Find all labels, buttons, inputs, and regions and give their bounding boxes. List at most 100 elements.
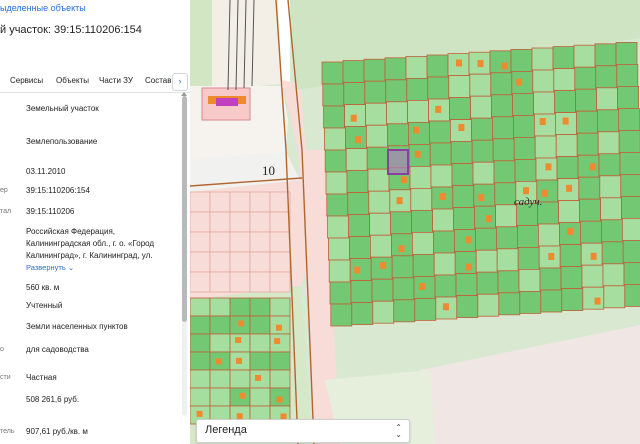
building [238, 320, 245, 327]
parcel [190, 369, 211, 389]
parcel [519, 290, 542, 314]
parcel [597, 131, 620, 155]
parcel [575, 88, 598, 112]
parcel [619, 151, 640, 175]
parcel [578, 176, 601, 200]
parcel [249, 315, 271, 335]
building [196, 410, 203, 417]
parcel [209, 297, 231, 317]
attribute-label: о [0, 346, 4, 353]
parcel [411, 231, 434, 255]
tabs-next-button[interactable]: › [172, 73, 188, 91]
parcel [474, 227, 497, 251]
parcel [624, 283, 640, 307]
parcel-title: й участок: 39:15:110206:154 [0, 24, 142, 36]
parcel [410, 187, 433, 211]
parcel [209, 387, 231, 407]
legend-dropdown[interactable]: Легенда ⌃ ⌄ [196, 419, 410, 443]
cadastral-map[interactable]: 10 садуч. [190, 0, 640, 444]
parcel [470, 95, 493, 119]
parcel [190, 387, 211, 407]
building [562, 117, 569, 125]
parcel [552, 46, 575, 69]
parcel [430, 164, 453, 188]
parcel [491, 116, 514, 140]
attribute-value: 39:15:110206 [26, 207, 75, 216]
panel-scrollbar-thumb[interactable] [182, 96, 187, 322]
parcel [599, 175, 622, 199]
parcel [617, 86, 640, 109]
parcel [493, 160, 516, 184]
parcel [454, 251, 477, 275]
building [455, 59, 462, 67]
parcel [429, 142, 452, 166]
parcel [540, 289, 563, 313]
building [239, 392, 246, 399]
parcel [343, 82, 366, 105]
parcel [594, 43, 617, 67]
urban-parcel [249, 191, 271, 213]
parcel [365, 102, 388, 126]
parcel [323, 105, 346, 129]
urban-parcel [249, 251, 271, 273]
building [215, 358, 222, 365]
selected-objects-link[interactable]: ыделенные объекты [0, 3, 86, 13]
parcel [473, 183, 496, 207]
selected-parcel[interactable] [387, 149, 409, 175]
parcel [369, 234, 392, 258]
building [516, 78, 523, 86]
building [566, 184, 573, 192]
parcel [576, 132, 599, 156]
attribute-value: 03.11.2010 [26, 167, 66, 176]
parcel [330, 303, 353, 327]
building [414, 150, 421, 158]
parcel [342, 60, 365, 83]
parcel [367, 168, 390, 192]
parcel [553, 68, 576, 91]
building [477, 60, 484, 68]
attribute-value: Учтенный [26, 301, 63, 310]
tab-parts[interactable]: Части ЗУ [99, 76, 133, 85]
tab-services[interactable]: Сервисы [10, 76, 43, 85]
urban-parcel [269, 211, 291, 233]
tab-objects[interactable]: Объекты [56, 76, 89, 85]
parcel [327, 215, 350, 239]
parcel [329, 281, 352, 305]
building [589, 163, 596, 171]
parcel [371, 278, 394, 302]
parcel [477, 293, 500, 317]
attribute-value: Землепользование [26, 137, 98, 146]
parcel [350, 280, 373, 304]
parcel [472, 161, 495, 185]
parcel [385, 79, 408, 103]
urban-parcel [269, 271, 291, 293]
urban-parcel [209, 211, 231, 233]
parcel [618, 129, 640, 153]
urban-parcel [229, 211, 251, 233]
parcel [516, 224, 539, 248]
parcel [209, 369, 231, 389]
parcel [600, 197, 623, 221]
urban-parcel [229, 251, 251, 273]
attribute-label: сти [0, 374, 11, 381]
parcel [582, 286, 605, 310]
parcel [621, 217, 640, 241]
parcel [327, 237, 350, 261]
parcel [345, 148, 368, 172]
urban-parcel [229, 271, 251, 293]
map-canvas[interactable]: 10 садуч. [190, 0, 640, 444]
parcel [622, 239, 640, 263]
road-number-label: 10 [262, 163, 275, 178]
parcel [603, 285, 626, 309]
urban-parcel [229, 191, 251, 213]
building [398, 245, 405, 253]
parcel [489, 50, 512, 74]
expand-address-link[interactable]: Развернуть ⌄ [26, 263, 74, 272]
tab-composition[interactable]: Состав [145, 76, 172, 85]
panel-scrollbar[interactable] [182, 96, 187, 416]
parcel [495, 226, 518, 250]
parcel [510, 49, 533, 72]
attribute-value: Земельный участок [26, 104, 99, 113]
parcel [534, 135, 557, 159]
parcel [386, 123, 409, 147]
